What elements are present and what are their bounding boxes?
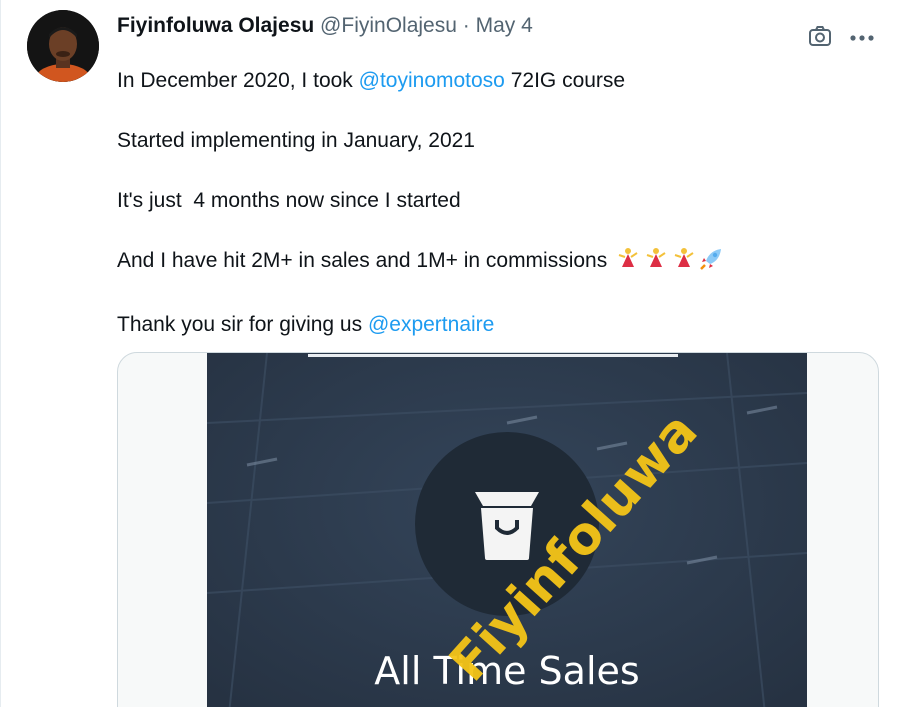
camera-button[interactable] xyxy=(806,24,834,52)
text-line: And I have hit 2M+ in sales and 1M+ in c… xyxy=(117,246,725,280)
text-line: In December 2020, I took @toyinomotoso 7… xyxy=(117,66,725,96)
media-top-bar xyxy=(308,354,678,357)
camera-icon xyxy=(808,25,832,52)
text-segment: In December 2020, I took xyxy=(117,69,359,92)
separator-dot: · xyxy=(462,14,470,37)
media-card[interactable]: All Time Sales Fiyinfoluwa xyxy=(117,352,879,707)
mention-toyinomotoso[interactable]: @toyinomotoso xyxy=(359,69,505,92)
text-line: It's just 4 months now since I started xyxy=(117,189,461,212)
divider xyxy=(0,0,1,707)
tweet-header: Fiyinfoluwa Olajesu @FiyinOlajesu · May … xyxy=(117,12,533,40)
dancer-icon xyxy=(671,247,697,280)
tweet: Fiyinfoluwa Olajesu @FiyinOlajesu · May … xyxy=(0,0,908,707)
avatar[interactable] xyxy=(27,10,99,82)
author-handle[interactable]: @FiyinOlajesu xyxy=(320,14,457,37)
text-segment: 72IG course xyxy=(504,69,626,92)
text-line: Started implementing in January, 2021 xyxy=(117,129,475,152)
dancer-icon xyxy=(615,247,641,280)
dancer-icon xyxy=(643,247,669,280)
timestamp[interactable]: May 4 xyxy=(476,14,533,37)
text-line: Thank you sir for giving us @expertnaire xyxy=(117,310,725,340)
rocket-icon xyxy=(699,247,725,280)
media-image[interactable]: All Time Sales Fiyinfoluwa xyxy=(207,353,807,707)
text-segment: Thank you sir for giving us xyxy=(117,313,368,336)
text-segment: And I have hit 2M+ in sales and 1M+ in c… xyxy=(117,249,614,272)
author-name[interactable]: Fiyinfoluwa Olajesu xyxy=(117,14,314,37)
more-button[interactable] xyxy=(848,24,876,52)
tweet-text: In December 2020, I took @toyinomotoso 7… xyxy=(117,66,725,340)
more-icon xyxy=(849,29,875,47)
mention-expertnaire[interactable]: @expertnaire xyxy=(368,313,494,336)
